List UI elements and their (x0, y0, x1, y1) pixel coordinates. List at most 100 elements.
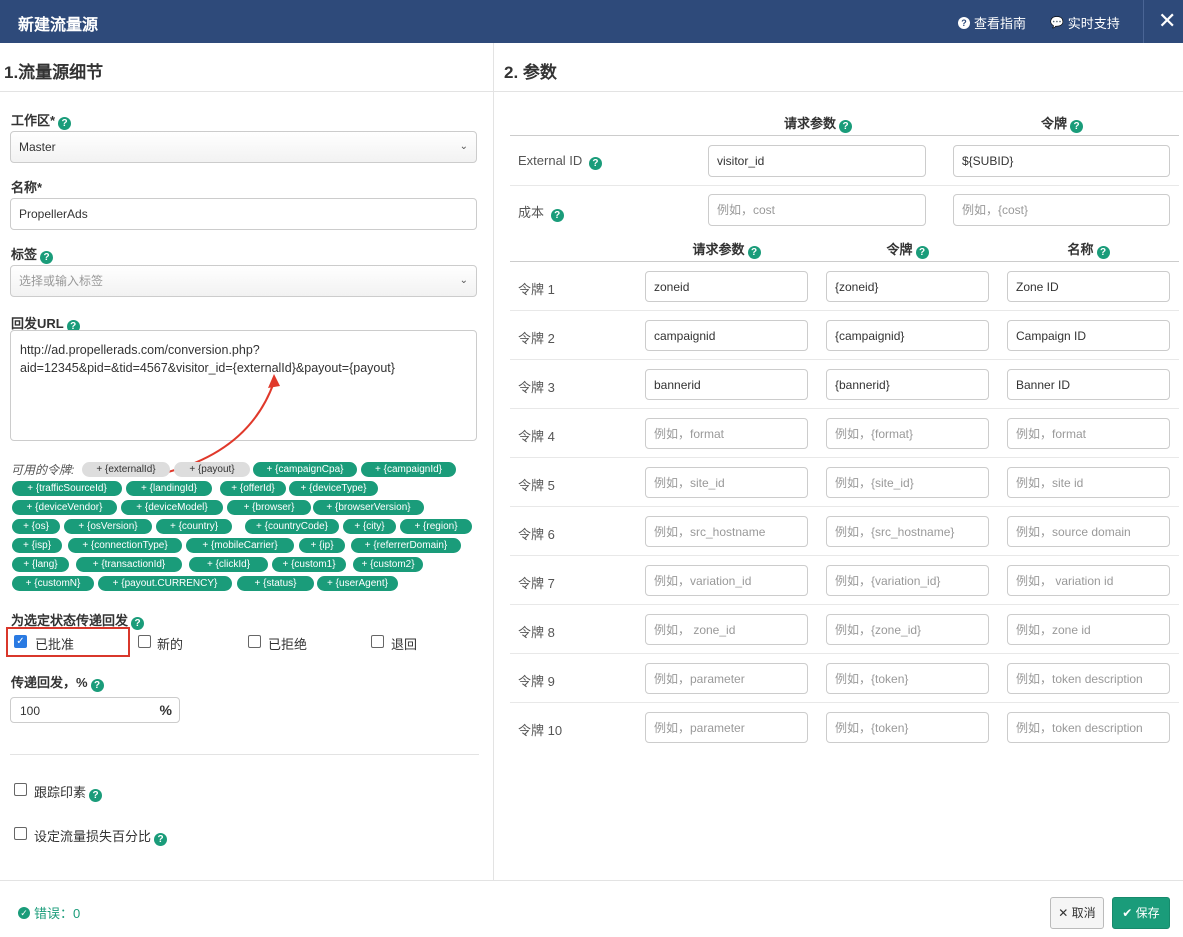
token-chip[interactable]: + {payout.CURRENCY} (98, 576, 232, 591)
token-chip[interactable]: + {campaignId} (361, 462, 456, 477)
token-param-input[interactable] (645, 320, 808, 351)
status-approved-checkbox[interactable]: ✓ (14, 635, 27, 648)
token-name-input[interactable] (1007, 614, 1170, 645)
token-chip[interactable]: + {externalId} (82, 462, 170, 477)
token-param-input[interactable] (645, 516, 808, 547)
tokens-label: 可用的令牌: (11, 463, 75, 477)
token-chip[interactable]: + {country} (156, 519, 232, 534)
token-token-input[interactable] (826, 614, 989, 645)
help-icon[interactable]: ? (915, 246, 929, 259)
cost-token-input[interactable] (953, 194, 1170, 226)
token-chip[interactable]: + {deviceModel} (121, 500, 223, 515)
support-link[interactable]: 💬 实时支持 (1050, 13, 1120, 32)
workspace-value: Master (19, 140, 56, 154)
cost-param-input[interactable] (708, 194, 926, 226)
token-chip[interactable]: + {status} (237, 576, 314, 591)
token-chip[interactable]: + {mobileCarrier} (186, 538, 294, 553)
token-chip[interactable]: + {isp} (12, 538, 62, 553)
token-name-input[interactable] (1007, 271, 1170, 302)
token-chip[interactable]: + {landingId} (126, 481, 212, 496)
token-chip[interactable]: + {payout} (174, 462, 250, 477)
token-name-input[interactable] (1007, 712, 1170, 743)
help-icon[interactable]: ? (89, 789, 103, 802)
help-icon[interactable]: ? (40, 251, 54, 264)
token-param-input[interactable] (645, 614, 808, 645)
close-icon[interactable]: ✕ (1158, 8, 1176, 34)
token-name-input[interactable] (1007, 565, 1170, 596)
help-icon[interactable]: ? (131, 617, 145, 630)
workspace-select[interactable]: Master ⌄ (10, 131, 477, 163)
token-chip[interactable]: + {transactionId} (76, 557, 182, 572)
status-new-label: 新的 (157, 637, 184, 652)
help-icon[interactable]: ? (1070, 120, 1083, 133)
help-icon[interactable]: ? (58, 117, 72, 130)
token-chip[interactable]: + {region} (400, 519, 472, 534)
header-divider (1143, 0, 1144, 43)
help-icon[interactable]: ? (154, 833, 168, 846)
token-chip[interactable]: + {campaignCpa} (253, 462, 357, 477)
token-chip[interactable]: + {offerId} (220, 481, 286, 496)
token-chip[interactable]: + {browser} (227, 500, 311, 515)
save-button[interactable]: ✔ 保存 (1112, 897, 1170, 929)
token-param-input[interactable] (645, 565, 808, 596)
token-name-input[interactable] (1007, 516, 1170, 547)
token-token-input[interactable] (826, 712, 989, 743)
token-name-input[interactable] (1007, 369, 1170, 400)
token-param-input[interactable] (645, 467, 808, 498)
token-chip[interactable]: + {connectionType} (68, 538, 182, 553)
token-name-input[interactable] (1007, 663, 1170, 694)
token-chip[interactable]: + {deviceType} (289, 481, 378, 496)
token-token-input[interactable] (826, 320, 989, 351)
help-icon[interactable]: ? (747, 246, 761, 259)
token-chip[interactable]: + {trafficSourceId} (12, 481, 122, 496)
token-chip[interactable]: + {ip} (299, 538, 345, 553)
token-chip[interactable]: + {custom2} (353, 557, 423, 572)
token-param-input[interactable] (645, 712, 808, 743)
external-id-param-input[interactable] (708, 145, 926, 177)
token-name-input[interactable] (1007, 467, 1170, 498)
guide-link[interactable]: ? 查看指南 (958, 13, 1026, 32)
token-token-input[interactable] (826, 663, 989, 694)
token-name-input[interactable] (1007, 320, 1170, 351)
token-chip[interactable]: + {custom1} (272, 557, 346, 572)
token-token-input[interactable] (826, 369, 989, 400)
token-name-input[interactable] (1007, 418, 1170, 449)
token-token-input[interactable] (826, 467, 989, 498)
token-chip[interactable]: + {countryCode} (245, 519, 339, 534)
traffic-loss-checkbox[interactable] (14, 827, 27, 840)
token-chip[interactable]: + {lang} (12, 557, 69, 572)
help-icon[interactable]: ? (90, 679, 104, 692)
token-param-input[interactable] (645, 418, 808, 449)
token-chip[interactable]: + {deviceVendor} (12, 500, 117, 515)
help-icon[interactable]: ? (588, 157, 602, 170)
token-token-input[interactable] (826, 271, 989, 302)
token-chip[interactable]: + {browserVersion} (313, 500, 424, 515)
token-token-input[interactable] (826, 565, 989, 596)
percent-input[interactable]: 100 % (10, 697, 180, 723)
token-chip[interactable]: + {os} (12, 519, 60, 534)
check-circle-icon: ✓ (18, 906, 30, 919)
token-param-input[interactable] (645, 663, 808, 694)
help-icon[interactable]: ? (1096, 246, 1110, 259)
token-chip[interactable]: + {referrerDomain} (351, 538, 461, 553)
name-input[interactable] (10, 198, 477, 230)
tags-select[interactable]: 选择或输入标签 ⌄ (10, 265, 477, 297)
token-token-input[interactable] (826, 516, 989, 547)
help-icon[interactable]: ? (839, 120, 852, 133)
token-chip[interactable]: + {clickId} (189, 557, 268, 572)
token-param-input[interactable] (645, 369, 808, 400)
cancel-button[interactable]: ✕ 取消 (1050, 897, 1104, 929)
external-id-token-input[interactable] (953, 145, 1170, 177)
token-chip[interactable]: + {userAgent} (317, 576, 398, 591)
help-icon[interactable]: ? (550, 209, 564, 222)
token-token-input[interactable] (826, 418, 989, 449)
token-chip[interactable]: + {customN} (12, 576, 94, 591)
token-param-input[interactable] (645, 271, 808, 302)
token-chip[interactable]: + {osVersion} (64, 519, 152, 534)
status-refund-checkbox[interactable] (371, 635, 384, 648)
status-rejected-checkbox[interactable] (248, 635, 261, 648)
status-new-checkbox[interactable] (138, 635, 151, 648)
token-chip[interactable]: + {city} (343, 519, 396, 534)
track-impressions-checkbox[interactable] (14, 783, 27, 796)
divider (494, 91, 1183, 92)
